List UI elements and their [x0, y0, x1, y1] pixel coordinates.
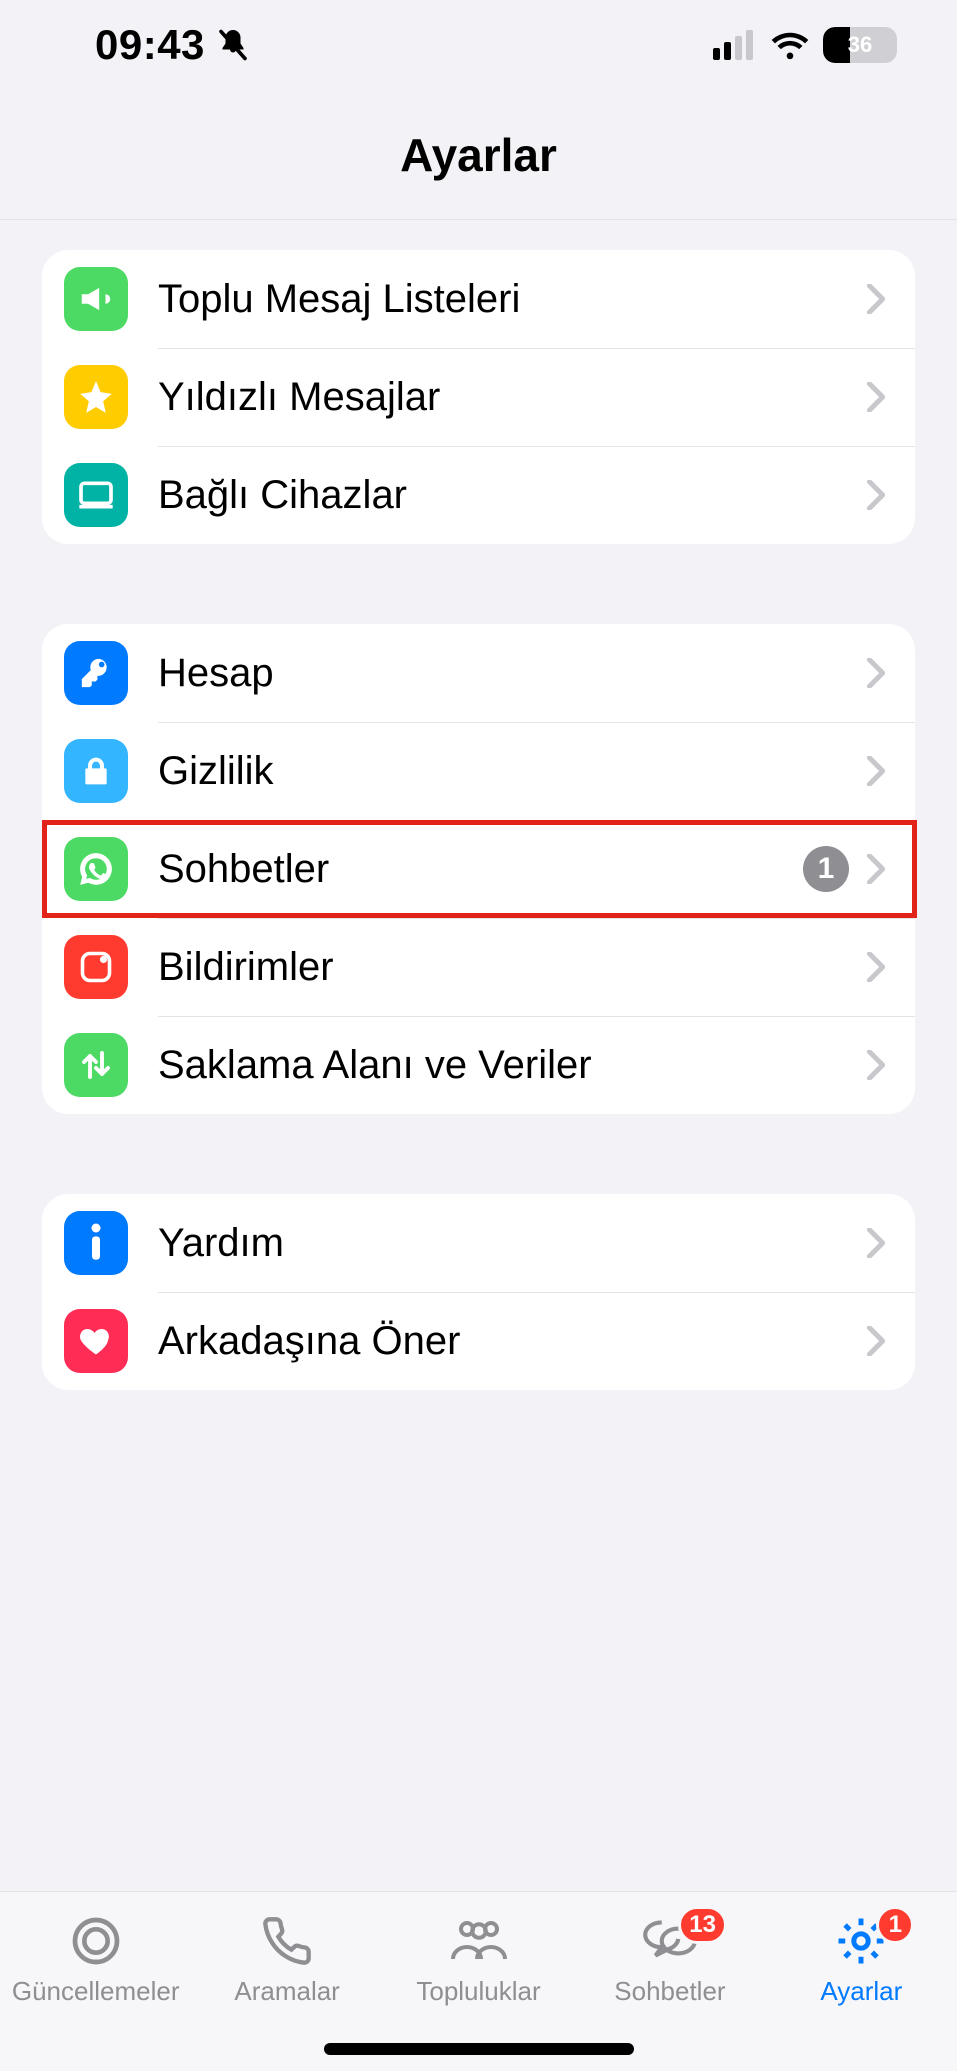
status-icon: [68, 1912, 124, 1970]
tab-calls[interactable]: Aramalar: [191, 1912, 382, 2007]
settings-list: Toplu Mesaj Listeleri Yıldızlı Mesajlar …: [0, 250, 957, 1390]
status-icons: 36: [713, 27, 897, 63]
row-account[interactable]: Hesap: [42, 624, 915, 722]
key-icon: [64, 641, 128, 705]
battery-indicator: 36: [823, 27, 897, 63]
tab-updates[interactable]: Güncellemeler: [0, 1912, 191, 2007]
chevron-right-icon: [863, 758, 889, 784]
settings-group-0: Toplu Mesaj Listeleri Yıldızlı Mesajlar …: [42, 250, 915, 544]
tab-badge: 13: [678, 1906, 727, 1944]
row-label: Hesap: [158, 651, 863, 696]
status-bar: 09:43 36: [0, 0, 957, 90]
laptop-icon: [64, 463, 128, 527]
tab-label: Güncellemeler: [12, 1976, 180, 2007]
row-broadcast[interactable]: Toplu Mesaj Listeleri: [42, 250, 915, 348]
tab-chats[interactable]: 13 Sohbetler: [574, 1912, 765, 2007]
chevron-right-icon: [863, 1052, 889, 1078]
wifi-icon: [769, 30, 811, 60]
chat-icon: 13: [639, 1912, 701, 1970]
phone-icon: [261, 1912, 313, 1970]
row-label: Bağlı Cihazlar: [158, 473, 863, 518]
row-badge: 1: [803, 846, 849, 892]
community-icon: [447, 1912, 511, 1970]
lock-icon: [64, 739, 128, 803]
tab-badge: 1: [876, 1906, 914, 1944]
chevron-right-icon: [863, 286, 889, 312]
tab-label: Sohbetler: [614, 1976, 725, 2007]
gear-icon: 1: [834, 1912, 888, 1970]
row-label: Sohbetler: [158, 847, 803, 892]
row-chats[interactable]: Sohbetler 1: [42, 820, 915, 918]
info-icon: [64, 1211, 128, 1275]
row-label: Bildirimler: [158, 945, 863, 990]
star-icon: [64, 365, 128, 429]
chevron-right-icon: [863, 954, 889, 980]
nav-bar: Ayarlar: [0, 90, 957, 220]
battery-percent: 36: [823, 27, 897, 63]
row-starred[interactable]: Yıldızlı Mesajlar: [42, 348, 915, 446]
row-tell-a-friend[interactable]: Arkadaşına Öner: [42, 1292, 915, 1390]
row-storage[interactable]: Saklama Alanı ve Veriler: [42, 1016, 915, 1114]
row-label: Yıldızlı Mesajlar: [158, 375, 863, 420]
chevron-right-icon: [863, 1230, 889, 1256]
heart-icon: [64, 1309, 128, 1373]
cellular-icon: [713, 30, 757, 60]
row-label: Toplu Mesaj Listeleri: [158, 277, 863, 322]
tab-communities[interactable]: Topluluklar: [383, 1912, 574, 2007]
row-help[interactable]: Yardım: [42, 1194, 915, 1292]
settings-group-2: Yardım Arkadaşına Öner: [42, 1194, 915, 1390]
tab-label: Ayarlar: [820, 1976, 902, 2007]
row-privacy[interactable]: Gizlilik: [42, 722, 915, 820]
chevron-right-icon: [863, 1328, 889, 1354]
updown-icon: [64, 1033, 128, 1097]
row-label: Arkadaşına Öner: [158, 1319, 863, 1364]
chevron-right-icon: [863, 856, 889, 882]
chevron-right-icon: [863, 660, 889, 686]
mute-icon: [215, 27, 251, 63]
tab-label: Topluluklar: [416, 1976, 540, 2007]
row-label: Saklama Alanı ve Veriler: [158, 1043, 863, 1088]
chevron-right-icon: [863, 384, 889, 410]
chevron-right-icon: [863, 482, 889, 508]
notification-icon: [64, 935, 128, 999]
tab-settings[interactable]: 1 Ayarlar: [766, 1912, 957, 2007]
settings-group-1: Hesap Gizlilik Sohbetler 1: [42, 624, 915, 1114]
row-linked-devices[interactable]: Bağlı Cihazlar: [42, 446, 915, 544]
whatsapp-icon: [64, 837, 128, 901]
row-notifications[interactable]: Bildirimler: [42, 918, 915, 1016]
row-label: Yardım: [158, 1221, 863, 1266]
status-time: 09:43: [95, 21, 205, 69]
status-time-area: 09:43: [95, 21, 251, 69]
megaphone-icon: [64, 267, 128, 331]
home-indicator: [324, 2043, 634, 2055]
tab-label: Aramalar: [234, 1976, 339, 2007]
row-label: Gizlilik: [158, 749, 863, 794]
page-title: Ayarlar: [400, 128, 557, 182]
